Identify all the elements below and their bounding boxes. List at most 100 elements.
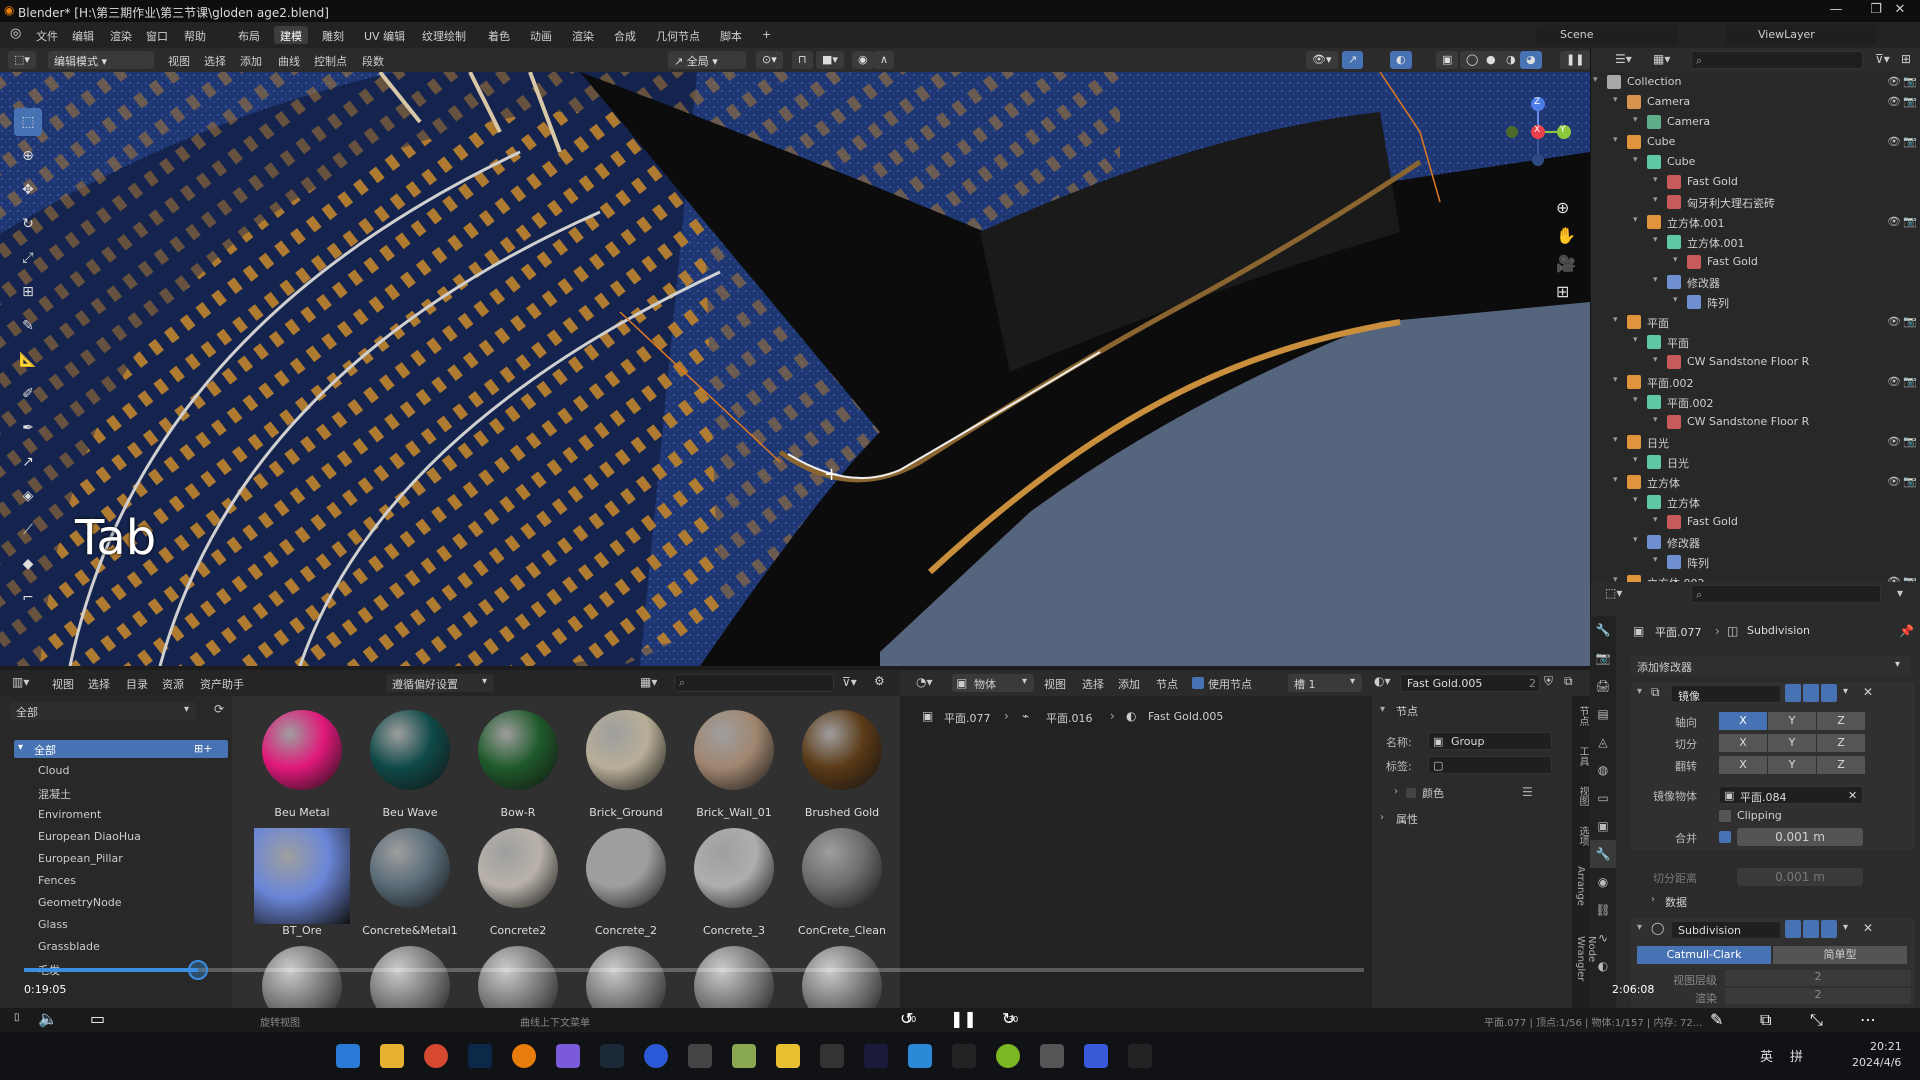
expand-icon[interactable]: ▾: [1653, 275, 1658, 285]
move-tool-icon[interactable]: ✥: [14, 176, 42, 204]
outliner-row[interactable]: ▾ 平面 👁 📷: [1591, 312, 1920, 332]
menu-control-points[interactable]: 控制点: [314, 53, 347, 69]
shading-solid-icon[interactable]: ●: [1480, 51, 1502, 69]
clear-icon[interactable]: ✕: [1848, 789, 1857, 802]
browser-icon[interactable]: [644, 1044, 668, 1068]
render-camera-icon[interactable]: 📷: [1903, 95, 1917, 108]
chevron-down-icon[interactable]: ▾: [1843, 686, 1848, 697]
menu-view[interactable]: 视图: [168, 53, 190, 69]
outliner-search-input[interactable]: ⌕: [1691, 51, 1863, 69]
object-tab-icon[interactable]: ▣: [1590, 812, 1616, 840]
asset-item[interactable]: Concrete2: [464, 828, 572, 938]
overlay-toggle-icon[interactable]: ◐: [1390, 51, 1412, 69]
expand-icon[interactable]: ▾: [1593, 75, 1598, 85]
outliner-row[interactable]: ▾ 修改器: [1591, 272, 1920, 292]
blender-icon[interactable]: [512, 1044, 536, 1068]
outliner-row[interactable]: ▾ Collection 👁 📷: [1591, 72, 1920, 92]
menu-add[interactable]: 添加: [1118, 676, 1140, 692]
menu-select[interactable]: 选择: [204, 53, 226, 69]
app-icon[interactable]: [996, 1044, 1020, 1068]
merge-distance-field[interactable]: 0.001 m: [1737, 828, 1863, 846]
render-toggle-icon[interactable]: [1821, 684, 1837, 702]
edge-icon[interactable]: [908, 1044, 932, 1068]
menu-assets[interactable]: 资源: [162, 676, 184, 692]
render-tab-icon[interactable]: 📷: [1590, 644, 1616, 672]
expand-icon[interactable]: ▾: [1633, 495, 1638, 505]
tab-layout[interactable]: 布局: [232, 26, 266, 44]
scene-selector[interactable]: Scene: [1536, 25, 1678, 45]
input-layout-indicator[interactable]: 拼: [1790, 1046, 1803, 1065]
3d-viewport[interactable]: + Z X Y ⊕ ✋ 🎥 ⊞ ›: [0, 72, 1590, 666]
collection-tab-icon[interactable]: ▭: [1590, 784, 1616, 812]
camera-view-icon[interactable]: 🎥: [1556, 254, 1576, 273]
catalog-item[interactable]: Enviroment: [38, 808, 101, 821]
expand-icon[interactable]: ▾: [1613, 135, 1618, 145]
node-name-field[interactable]: ▣ Group: [1428, 732, 1552, 750]
expand-icon[interactable]: ▾: [1613, 315, 1618, 325]
tab-texture-paint[interactable]: 纹理绘制: [416, 26, 472, 44]
material-preview-thumbnail[interactable]: [370, 946, 450, 1008]
levels-viewport-field[interactable]: 2: [1725, 970, 1911, 986]
menu-edit[interactable]: 编辑: [72, 28, 94, 44]
fake-user-icon[interactable]: ⛨: [1544, 674, 1553, 689]
material-preview-thumbnail[interactable]: [802, 946, 882, 1008]
expand-icon[interactable]: ▾: [1673, 295, 1678, 305]
expand-icon[interactable]: ▾: [1653, 515, 1658, 525]
menu-curve[interactable]: 曲线: [278, 53, 300, 69]
catalog-item[interactable]: European_Pillar: [38, 852, 123, 865]
chevron-down-icon[interactable]: ▾: [1843, 922, 1848, 933]
asset-item[interactable]: Beu Metal: [248, 710, 356, 820]
cursor-tool-icon[interactable]: ⊕: [14, 142, 42, 170]
minecraft-icon[interactable]: [732, 1044, 756, 1068]
modifier-name-field[interactable]: Subdivision: [1671, 921, 1781, 939]
snap-target-icon[interactable]: ■▾: [816, 51, 844, 69]
draw-curve-tool-icon[interactable]: ✐: [14, 380, 42, 408]
display-grid-icon[interactable]: ▦▾: [640, 675, 657, 689]
menu-select[interactable]: 选择: [1082, 676, 1104, 692]
tab-options[interactable]: 选项: [1575, 826, 1590, 846]
material-preview-thumbnail[interactable]: [262, 946, 342, 1008]
flip-y-button[interactable]: Y: [1768, 756, 1816, 774]
outliner-row[interactable]: ▾ 平面: [1591, 332, 1920, 352]
expand-icon[interactable]: ▾: [1633, 335, 1638, 345]
tab-geometry-nodes[interactable]: 几何节点: [650, 26, 706, 44]
render-levels-field[interactable]: 2: [1725, 988, 1911, 1004]
shrink-tool-icon[interactable]: ⌐: [14, 584, 42, 612]
transform-tool-icon[interactable]: ⊞: [14, 278, 42, 306]
navigation-gizmo[interactable]: Z X Y: [1500, 92, 1580, 172]
expand-icon[interactable]: ▾: [1613, 475, 1618, 485]
output-tab-icon[interactable]: 🖨: [1590, 672, 1616, 700]
menu-asset-helper[interactable]: 资产助手: [200, 676, 244, 692]
tab-rendering[interactable]: 渲染: [566, 26, 600, 44]
tab-arrange[interactable]: Arrange: [1575, 866, 1586, 906]
catalog-item[interactable]: 混凝土: [38, 786, 71, 802]
bisect-z-button[interactable]: Z: [1817, 734, 1865, 752]
rotate-tool-icon[interactable]: ↻: [14, 210, 42, 238]
annotate-tool-icon[interactable]: ✎: [14, 312, 42, 340]
snap-icon[interactable]: ⊓: [792, 51, 813, 69]
menu-select[interactable]: 选择: [88, 676, 110, 692]
blender-menu-icon[interactable]: ◎: [10, 26, 21, 41]
physics-tab-icon[interactable]: ◉: [1590, 868, 1616, 896]
zoom-icon[interactable]: ⊕: [1556, 198, 1569, 217]
eye-icon[interactable]: 👁: [1887, 375, 1901, 388]
tab-compositing[interactable]: 合成: [608, 26, 642, 44]
eye-icon[interactable]: 👁: [1887, 315, 1901, 328]
minimize-button[interactable]: —: [1816, 2, 1856, 20]
tab-modeling[interactable]: 建模: [274, 26, 308, 44]
node-label-field[interactable]: ▢: [1428, 756, 1552, 774]
close-icon[interactable]: ✕: [1863, 921, 1873, 935]
mirror-object-field[interactable]: ▣ 平面.084 ✕: [1719, 786, 1863, 804]
display-mode-icon[interactable]: ▦▾: [1653, 52, 1670, 66]
video-progress-track[interactable]: [24, 968, 1364, 972]
clipping-checkbox[interactable]: [1719, 810, 1731, 822]
terminal-icon[interactable]: [1128, 1044, 1152, 1068]
close-icon[interactable]: ✕: [1863, 685, 1873, 699]
tab-sculpt[interactable]: 雕刻: [316, 26, 350, 44]
properties-editor-type-icon[interactable]: ⬚▾: [1605, 586, 1622, 600]
constraint-tab-icon[interactable]: ⛓: [1590, 896, 1616, 924]
expand-icon[interactable]: ▾: [1633, 115, 1638, 125]
pen-tool-icon[interactable]: ✒: [14, 414, 42, 442]
outliner-row[interactable]: ▾ 平面.002 👁 📷: [1591, 372, 1920, 392]
expand-icon[interactable]: ▾: [1653, 235, 1658, 245]
